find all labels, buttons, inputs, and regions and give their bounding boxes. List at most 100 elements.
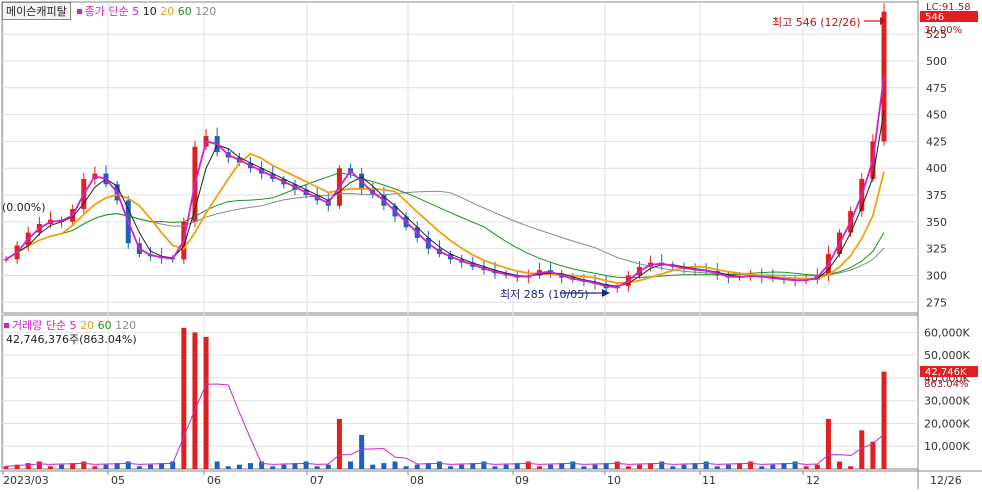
volume-bar xyxy=(136,466,142,469)
volume-swatch-icon xyxy=(4,323,9,328)
volume-bar xyxy=(525,461,531,469)
price-panel-frame xyxy=(1,1,919,314)
price-tick-label: 400 xyxy=(926,162,947,175)
volume-bar xyxy=(792,461,798,469)
volume-bar xyxy=(214,461,220,469)
date-label: 10 xyxy=(607,474,621,487)
volume-bar xyxy=(3,466,9,469)
volume-bar xyxy=(581,466,587,469)
date-label: 12 xyxy=(806,474,820,487)
volume-bar xyxy=(614,461,620,469)
volume-bar xyxy=(281,464,287,469)
volume-bar xyxy=(236,464,242,469)
price-tick-label: 500 xyxy=(926,55,947,68)
price-tick-label: 375 xyxy=(926,189,947,202)
volume-bar xyxy=(203,336,209,469)
date-label: 09 xyxy=(515,474,529,487)
volume-tick-label: 10,000K xyxy=(924,440,970,453)
ma10-line xyxy=(5,110,885,287)
volume-bar xyxy=(725,464,731,469)
candles-group xyxy=(3,3,887,293)
volume-bar xyxy=(848,466,854,469)
price-tick-label: 450 xyxy=(926,109,947,122)
stock-chart[interactable]: 525 500 475 450 425 400 375 350 325 300 275 60,000K… xyxy=(0,0,982,489)
volume-readout: 42,746,376주(863.04%) xyxy=(6,333,137,346)
volume-bar xyxy=(81,461,87,469)
volume-bar xyxy=(125,461,131,469)
date-label: 12/26 xyxy=(930,474,962,487)
volume-bar xyxy=(570,461,576,469)
volume-bar xyxy=(770,464,776,469)
volume-bar xyxy=(803,466,809,469)
price-legend: 메이슨캐피탈 종가 단순 5 10 20 60 120 xyxy=(2,2,216,20)
volume-bar xyxy=(25,463,31,469)
price-legend-label: 종가 단순 xyxy=(84,5,129,18)
volume-tick-label: 50,000K xyxy=(924,349,970,362)
volume-bar xyxy=(381,463,387,469)
stock-name[interactable]: 메이슨캐피탈 xyxy=(2,2,71,20)
date-label: 06 xyxy=(207,474,221,487)
current-pct-badge: 30.00% xyxy=(924,25,962,36)
volume-bar xyxy=(303,461,309,469)
volume-bar xyxy=(403,466,409,469)
volume-bar xyxy=(370,464,376,469)
volume-bar xyxy=(670,466,676,469)
volume-bar xyxy=(492,466,498,469)
price-tick-label: 275 xyxy=(926,296,947,309)
ma60-line xyxy=(5,172,885,279)
price-tick-label: 425 xyxy=(926,135,947,148)
ma5-swatch-icon xyxy=(76,9,82,14)
volume-bar xyxy=(503,464,509,469)
chart-canvas[interactable]: 52550047545042540037535032530027560,000K… xyxy=(0,0,982,489)
top-right-label: LC:91.58 xyxy=(926,2,971,13)
volume-bar xyxy=(336,418,342,469)
ma20-period: 20 xyxy=(160,5,175,18)
volume-bar xyxy=(436,461,442,469)
volume-bar xyxy=(392,461,398,469)
volume-bar xyxy=(714,466,720,469)
volume-bar xyxy=(837,461,843,469)
ma60-period: 60 xyxy=(177,5,192,18)
current-price-badge: 546 xyxy=(925,12,944,23)
date-label: 05 xyxy=(111,474,125,487)
volume-bar xyxy=(536,466,542,469)
date-label: 08 xyxy=(410,474,424,487)
volume-bar xyxy=(703,461,709,469)
volume-bar xyxy=(548,464,554,469)
left-pct-label: (0.00%) xyxy=(2,201,46,214)
price-tick-label: 325 xyxy=(926,243,947,256)
date-label: 11 xyxy=(702,474,716,487)
candle-body xyxy=(3,259,9,261)
ma5-line xyxy=(5,76,885,289)
volume-bar xyxy=(759,466,765,469)
volume-bar xyxy=(481,461,487,469)
volume-bar xyxy=(59,464,65,469)
price-tick-label: 300 xyxy=(926,269,947,282)
volume-bar xyxy=(748,461,754,469)
ma120-period: 120 xyxy=(195,5,217,18)
low-annotation: 최저 285 (10/05) xyxy=(500,288,589,301)
volume-bar xyxy=(147,464,153,469)
current-volume-badge: 42,746K xyxy=(925,367,967,378)
price-tick-label: 350 xyxy=(926,216,947,229)
volume-bar xyxy=(103,464,109,469)
date-label: 07 xyxy=(310,474,324,487)
volume-bar xyxy=(414,464,420,469)
volume-bars-group xyxy=(3,327,887,469)
volume-bar xyxy=(314,466,320,469)
volume-bar xyxy=(870,441,876,469)
current-volume-pct: 863.04% xyxy=(924,379,969,390)
volume-bar xyxy=(325,464,331,469)
volume-bar xyxy=(881,371,887,469)
ma10-period: 10 xyxy=(142,5,157,18)
volume-tick-label: 20,000K xyxy=(924,417,970,430)
volume-ma5-line xyxy=(5,383,885,467)
volume-tick-label: 60,000K xyxy=(924,326,970,339)
volume-bar xyxy=(459,464,465,469)
volume-bar xyxy=(814,464,820,469)
volume-bar xyxy=(636,464,642,469)
volume-bar xyxy=(825,418,831,469)
price-tick-label: 475 xyxy=(926,82,947,95)
ma5-period: 5 xyxy=(132,5,140,18)
volume-bar xyxy=(348,461,354,469)
